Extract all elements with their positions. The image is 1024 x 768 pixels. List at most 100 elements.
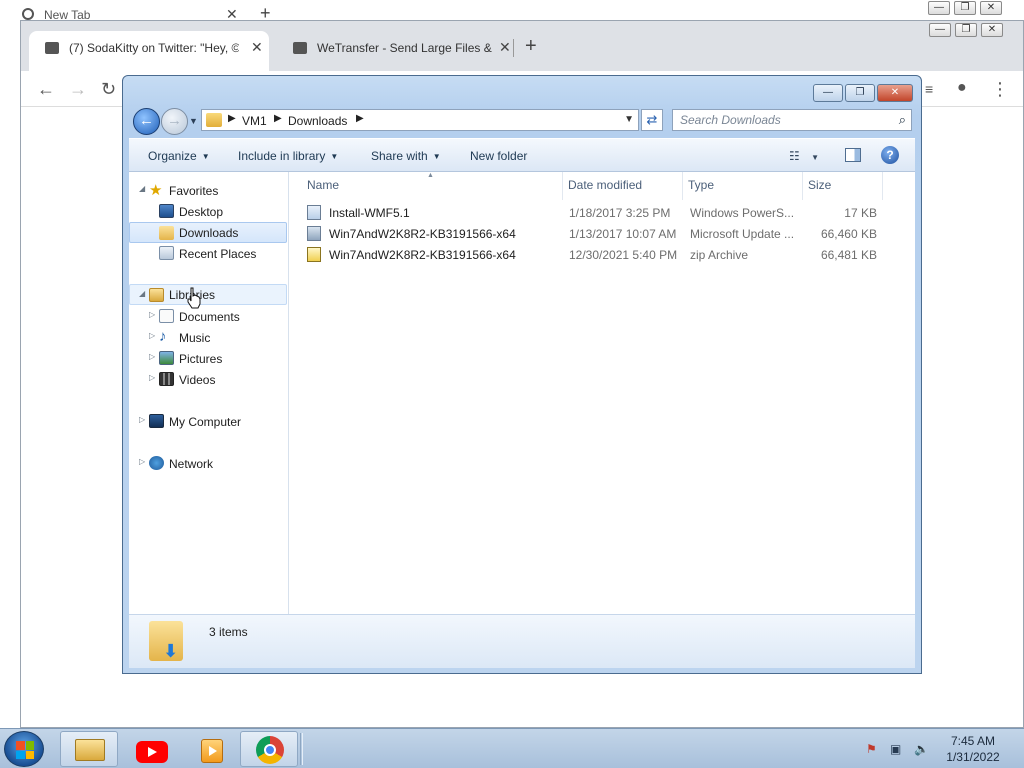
nav-item-pictures[interactable]: ▷ Pictures: [129, 348, 287, 369]
desktop-icon: [159, 204, 174, 218]
nav-item-music[interactable]: ▷ ♪ Music: [129, 327, 287, 348]
minimize-button[interactable]: —: [928, 1, 950, 15]
column-header-type[interactable]: Type: [688, 178, 714, 192]
share-with-label: Share with: [371, 149, 428, 163]
forward-arrow-icon[interactable]: →: [69, 79, 87, 100]
expand-icon[interactable]: ▷: [139, 457, 145, 466]
expand-icon[interactable]: ▷: [149, 352, 155, 361]
search-input[interactable]: Search Downloads ⌕: [672, 109, 912, 131]
start-button[interactable]: [4, 731, 44, 767]
downloads-folder-icon: ⬇: [149, 621, 183, 661]
nav-item-recent-places[interactable]: Recent Places: [129, 243, 287, 264]
nav-item-label: Pictures: [179, 352, 223, 366]
taskbar-chrome[interactable]: [240, 731, 298, 767]
taskbar-youtube[interactable]: [120, 731, 178, 767]
address-dropdown-icon[interactable]: ▼: [624, 114, 634, 125]
column-header-name[interactable]: Name: [307, 178, 339, 192]
address-bar[interactable]: ▶ VM1 ▶ Downloads ▶ ▼: [201, 109, 639, 131]
column-header-date[interactable]: Date modified: [568, 178, 642, 192]
collapse-icon[interactable]: ◢: [139, 289, 145, 298]
profile-avatar-icon[interactable]: ●: [957, 79, 967, 97]
taskbar-file-explorer[interactable]: [60, 731, 118, 767]
recent-pages-dropdown-icon[interactable]: ▼: [189, 116, 198, 126]
collapse-icon[interactable]: ◢: [139, 184, 145, 193]
documents-icon: [159, 309, 174, 323]
file-row[interactable]: Win7AndW2K8R2-KB3191566-x64 1/13/2017 10…: [299, 223, 899, 244]
media-control-icon[interactable]: ≡: [925, 81, 933, 97]
breadcrumb-chevron-icon[interactable]: ▶: [356, 113, 364, 124]
close-button[interactable]: ✕: [980, 1, 1002, 15]
search-icon[interactable]: ⌕: [899, 112, 906, 128]
expand-icon[interactable]: ▷: [139, 415, 145, 424]
organize-button[interactable]: Organize ▼: [148, 149, 210, 163]
expand-icon[interactable]: ▷: [149, 331, 155, 340]
network-tray-icon[interactable]: ▣: [890, 742, 901, 756]
maximize-button[interactable]: ❐: [955, 23, 977, 37]
nav-item-network[interactable]: ▷ Network: [129, 453, 287, 474]
action-center-flag-icon[interactable]: ⚑: [866, 742, 877, 756]
chrome-menu-icon[interactable]: ⋮: [991, 79, 1009, 100]
preview-pane-button[interactable]: [845, 148, 861, 162]
new-tab-button[interactable]: +: [525, 35, 537, 58]
chevron-down-icon: ▼: [201, 152, 210, 161]
recent-places-icon: [159, 246, 174, 260]
nav-item-desktop[interactable]: Desktop: [129, 201, 287, 222]
forward-button[interactable]: →: [161, 108, 188, 135]
file-row[interactable]: Win7AndW2K8R2-KB3191566-x64 12/30/2021 5…: [299, 244, 899, 265]
column-divider[interactable]: [882, 172, 883, 200]
nav-item-label: Music: [179, 331, 211, 345]
tab-title: (7) SodaKitty on Twitter: "Hey, ©: [69, 41, 239, 55]
tab-separator: [513, 39, 514, 57]
nav-item-documents[interactable]: ▷ Documents: [129, 306, 287, 327]
music-note-icon: ♪: [159, 328, 167, 345]
tab-strip: (7) SodaKitty on Twitter: "Hey, © ✕ WeTr…: [21, 21, 1023, 71]
close-button[interactable]: ✕: [877, 84, 913, 102]
tab-close-icon[interactable]: ✕: [499, 39, 511, 56]
nav-item-label: Desktop: [179, 205, 224, 219]
details-pane: ⬇ 3 items: [129, 614, 915, 668]
column-header-size[interactable]: Size: [808, 178, 831, 192]
column-divider[interactable]: [802, 172, 803, 200]
back-button[interactable]: ←: [133, 108, 160, 135]
refresh-button[interactable]: ⇄: [641, 109, 663, 131]
back-arrow-icon[interactable]: ←: [37, 79, 55, 100]
new-folder-button[interactable]: New folder: [470, 149, 527, 163]
help-button[interactable]: ?: [881, 146, 899, 164]
tab-wetransfer[interactable]: WeTransfer - Send Large Files & ✕: [277, 31, 517, 63]
breadcrumb-vm1[interactable]: VM1: [242, 114, 267, 128]
column-divider[interactable]: [682, 172, 683, 200]
download-arrow-icon: ⬇: [163, 641, 179, 661]
column-divider[interactable]: [562, 172, 563, 200]
taskbar-media-player[interactable]: [180, 731, 238, 767]
organize-label: Organize: [148, 149, 197, 163]
sort-ascending-icon: ▲: [427, 172, 434, 179]
nav-item-libraries[interactable]: ◢ Libraries: [129, 284, 287, 305]
reload-icon[interactable]: ↻: [101, 79, 116, 100]
nav-item-videos[interactable]: ▷ Videos: [129, 369, 287, 390]
volume-icon[interactable]: 🔈: [914, 742, 929, 756]
breadcrumb-chevron-icon[interactable]: ▶: [228, 113, 236, 124]
close-button[interactable]: ✕: [981, 23, 1003, 37]
include-in-library-button[interactable]: Include in library ▼: [238, 149, 338, 163]
system-clock[interactable]: 7:45 AM 1/31/2022: [930, 733, 1016, 765]
file-size: 66,481 KB: [820, 248, 877, 262]
file-row[interactable]: Install-WMF5.1 1/18/2017 3:25 PM Windows…: [299, 202, 899, 223]
nav-item-downloads[interactable]: Downloads: [129, 222, 287, 243]
file-type: Windows PowerS...: [690, 206, 795, 220]
maximize-button[interactable]: ❐: [954, 1, 976, 15]
share-with-button[interactable]: Share with ▼: [371, 149, 441, 163]
expand-icon[interactable]: ▷: [149, 310, 155, 319]
tab-close-icon[interactable]: ✕: [251, 39, 263, 56]
breadcrumb-chevron-icon[interactable]: ▶: [274, 113, 282, 124]
explorer-window: — ❐ ✕ ← → ▼ ▶ VM1 ▶ Downloads ▶ ▼ ⇄ Sear…: [122, 75, 922, 674]
nav-item-my-computer[interactable]: ▷ My Computer: [129, 411, 287, 432]
minimize-button[interactable]: —: [813, 84, 843, 102]
minimize-button[interactable]: —: [929, 23, 951, 37]
change-view-button[interactable]: ☷ ▼: [789, 149, 819, 163]
maximize-button[interactable]: ❐: [845, 84, 875, 102]
nav-item-label: My Computer: [169, 415, 242, 429]
nav-item-favorites[interactable]: ◢ ★ Favorites: [129, 180, 287, 201]
expand-icon[interactable]: ▷: [149, 373, 155, 382]
breadcrumb-downloads[interactable]: Downloads: [288, 114, 347, 128]
tab-twitter[interactable]: (7) SodaKitty on Twitter: "Hey, © ✕: [29, 31, 269, 71]
